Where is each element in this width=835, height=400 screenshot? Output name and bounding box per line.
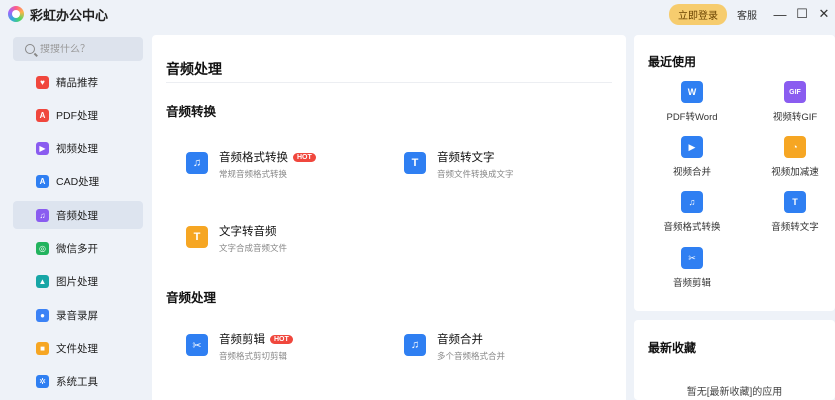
tool-name: 文字转音频 — [219, 226, 277, 238]
audio-to-text-icon: T — [784, 191, 806, 213]
recent-item-label: 视频加减速 — [771, 167, 819, 178]
tool-desc: 音频文件转换成文字 — [437, 169, 514, 179]
maximize-button[interactable]: ☐ — [791, 0, 813, 28]
favorites-empty-text: 暂无[最新收藏]的应用 — [686, 387, 783, 398]
main-panel: 音频处理 音频转换 ♫ 音频格式转换 HOT 常规音频格式转换 T 音频转文字 音… — [152, 35, 626, 400]
tool-name: 音频转文字 — [437, 152, 495, 164]
microphone-icon: ● — [36, 308, 49, 322]
sidebar-item[interactable]: ♫ 音频处理 — [13, 201, 143, 230]
sidebar: ♥ 精品推荐 A PDF处理 ▶ 视频处理 A CAD处理 ♫ 音频处理 ◎ 微信多开 ▲ 图片处理 ● 录音… — [0, 28, 152, 400]
tool-text-to-audio[interactable]: T 文字转音频 文字合成音频文件 — [186, 223, 287, 254]
recent-panel: 最近使用 W PDF转Word GIF 视频转GIF ▶ 视频合并 ◔ 视频加减… — [634, 35, 835, 311]
customer-service-link[interactable]: 客服 — [737, 7, 757, 22]
sidebar-item-label: CAD处理 — [56, 176, 100, 189]
video-speed-icon: ◔ — [784, 136, 806, 158]
image-icon: ▲ — [36, 275, 49, 289]
audio-convert-icon: ♫ — [681, 191, 703, 213]
recent-item-pdf-to-word[interactable]: W PDF转Word — [642, 81, 742, 123]
favorites-title: 最新收藏 — [648, 341, 697, 355]
pdf-to-word-icon: W — [681, 81, 703, 103]
text-to-audio-icon: T — [186, 226, 208, 248]
sidebar-item[interactable]: A PDF处理 — [13, 101, 143, 129]
section-title-audio-convert: 音频转换 — [166, 105, 217, 119]
tool-audio-to-text[interactable]: T 音频转文字 音频文件转换成文字 — [404, 149, 514, 180]
hot-badge: HOT — [293, 152, 316, 162]
sidebar-item[interactable]: ▶ 视频处理 — [13, 135, 143, 163]
cad-icon: A — [36, 175, 49, 189]
recent-item-audio-convert[interactable]: ♫ 音频格式转换 — [642, 191, 742, 233]
tool-name: 音频格式转换 — [219, 152, 288, 164]
audio-convert-icon: ♫ — [186, 152, 208, 174]
sidebar-item[interactable]: A CAD处理 — [13, 168, 143, 196]
sidebar-item-label: 录音录屏 — [56, 309, 98, 322]
tool-desc: 多个音频格式合并 — [437, 351, 506, 361]
pdf-icon: A — [36, 108, 49, 122]
recent-item-label: 视频转GIF — [772, 112, 818, 123]
search-input[interactable] — [40, 43, 135, 55]
recent-item-video-merge[interactable]: ▶ 视频合并 — [642, 136, 742, 178]
page-title: 音频处理 — [166, 61, 222, 77]
sidebar-item[interactable]: ✲ 系统工具 — [13, 368, 143, 396]
recent-item-label: PDF转Word — [666, 112, 718, 123]
sidebar-item[interactable]: ■ 文件处理 — [13, 334, 143, 362]
search-box[interactable] — [13, 37, 143, 61]
tool-name: 音频合并 — [437, 334, 483, 346]
rainbow-logo-icon — [8, 6, 24, 22]
app-title: 彩虹办公中心 — [30, 7, 109, 23]
close-button[interactable]: ✕ — [813, 0, 835, 28]
tool-desc: 文字合成音频文件 — [219, 243, 288, 253]
sidebar-item[interactable]: ♥ 精品推荐 — [13, 68, 143, 96]
tool-audio-merge[interactable]: ♫ 音频合并 多个音频格式合并 — [404, 331, 505, 362]
video-merge-icon: ▶ — [681, 136, 703, 158]
sidebar-item[interactable]: ◎ 微信多开 — [13, 235, 143, 263]
sidebar-item-label: 文件处理 — [56, 342, 98, 355]
recent-item-label: 音频剪辑 — [672, 278, 711, 289]
sidebar-item-label: 系统工具 — [56, 376, 98, 389]
folder-icon: ■ — [36, 341, 49, 355]
sidebar-item-label: 精品推荐 — [56, 76, 98, 89]
hot-badge: HOT — [270, 334, 293, 344]
login-button[interactable]: 立即登录 — [669, 3, 727, 25]
title-divider — [166, 82, 612, 83]
recent-item-video-speed[interactable]: ◔ 视频加减速 — [745, 136, 835, 178]
recent-item-label: 视频合并 — [672, 167, 711, 178]
gear-icon: ✲ — [36, 375, 49, 389]
sidebar-item-label: 图片处理 — [56, 276, 98, 289]
sidebar-item-label: 音频处理 — [56, 209, 98, 222]
tool-audio-format-convert[interactable]: ♫ 音频格式转换 HOT 常规音频格式转换 — [186, 149, 316, 180]
gift-icon: ♥ — [36, 75, 49, 89]
audio-merge-icon: ♫ — [404, 334, 426, 356]
audio-cut-icon: ✂ — [681, 247, 703, 269]
sidebar-item[interactable]: ▲ 图片处理 — [13, 268, 143, 296]
audio-cut-icon: ✂ — [186, 334, 208, 356]
recent-title: 最近使用 — [648, 55, 697, 69]
tool-desc: 音频格式剪切剪辑 — [219, 351, 288, 361]
sidebar-item-label: 微信多开 — [56, 243, 98, 255]
recent-item-label: 音频转文字 — [771, 222, 819, 233]
favorites-panel: 最新收藏 暂无[最新收藏]的应用 — [634, 320, 835, 400]
recent-item-audio-cut[interactable]: ✂ 音频剪辑 — [642, 247, 742, 289]
recent-item-audio-to-text[interactable]: T 音频转文字 — [745, 191, 835, 233]
tool-name: 音频剪辑 — [219, 334, 265, 346]
audio-to-text-icon: T — [404, 152, 426, 174]
recent-item-label: 音频格式转换 — [663, 222, 721, 233]
video-to-gif-icon: GIF — [784, 81, 806, 103]
video-icon: ▶ — [36, 142, 49, 156]
recent-item-video-to-gif[interactable]: GIF 视频转GIF — [745, 81, 835, 123]
search-icon — [25, 44, 35, 54]
sidebar-item-label: 视频处理 — [56, 143, 98, 156]
section-title-audio-process: 音频处理 — [166, 291, 217, 305]
audio-icon: ♫ — [36, 208, 49, 222]
tool-audio-cut[interactable]: ✂ 音频剪辑 HOT 音频格式剪切剪辑 — [186, 331, 293, 362]
minimize-button[interactable]: — — [769, 0, 791, 28]
title-bar: 彩虹办公中心 立即登录 客服 — ☐ ✕ — [0, 0, 835, 28]
wechat-icon: ◎ — [36, 242, 49, 255]
sidebar-item[interactable]: ● 录音录屏 — [13, 301, 143, 329]
sidebar-item-label: PDF处理 — [56, 109, 98, 122]
tool-desc: 常规音频格式转换 — [219, 169, 288, 179]
